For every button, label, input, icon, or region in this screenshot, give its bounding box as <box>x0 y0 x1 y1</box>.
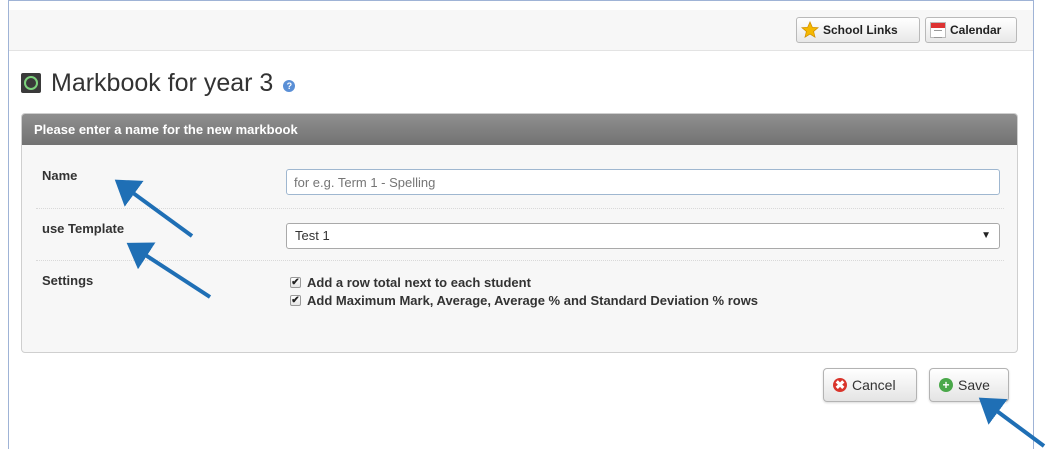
school-links-button[interactable]: School Links <box>796 17 920 43</box>
name-label: Name <box>42 168 78 183</box>
settings-label: Settings <box>42 273 94 288</box>
template-selected-value: Test 1 <box>295 228 330 243</box>
save-label: Save <box>958 377 990 393</box>
page-header: Markbook for year 3 ? <box>21 68 296 98</box>
cancel-icon: ✖ <box>833 378 847 392</box>
cancel-button[interactable]: ✖ Cancel <box>823 368 917 402</box>
calendar-button[interactable]: Calendar <box>925 17 1017 43</box>
new-markbook-panel: Please enter a name for the new markbook… <box>21 113 1018 353</box>
save-icon: + <box>939 378 953 392</box>
calendar-label: Calendar <box>950 23 1002 37</box>
name-input[interactable] <box>286 169 1000 195</box>
stats-rows-checkbox[interactable]: ✔ <box>290 295 301 306</box>
school-links-label: School Links <box>823 23 898 37</box>
save-button[interactable]: + Save <box>929 368 1009 402</box>
help-icon[interactable]: ? <box>283 79 296 92</box>
calendar-icon <box>930 22 946 38</box>
cancel-label: Cancel <box>852 377 896 393</box>
template-select[interactable]: Test 1 ▼ <box>286 223 1000 249</box>
row-divider <box>36 208 1004 209</box>
option-row-total[interactable]: ✔ Add a row total next to each student <box>290 275 531 290</box>
template-label: use Template <box>42 221 125 236</box>
chevron-down-icon: ▼ <box>981 230 991 241</box>
row-total-checkbox[interactable]: ✔ <box>290 277 301 288</box>
markbook-icon <box>21 73 41 93</box>
row-total-label: Add a row total next to each student <box>307 275 531 290</box>
row-divider <box>36 260 1004 261</box>
page-title: Markbook for year 3 <box>51 68 274 97</box>
panel-heading: Please enter a name for the new markbook <box>22 114 1017 145</box>
stats-rows-label: Add Maximum Mark, Average, Average % and… <box>307 293 759 308</box>
star-icon <box>801 21 819 38</box>
option-stats-rows[interactable]: ✔ Add Maximum Mark, Average, Average % a… <box>290 293 758 308</box>
